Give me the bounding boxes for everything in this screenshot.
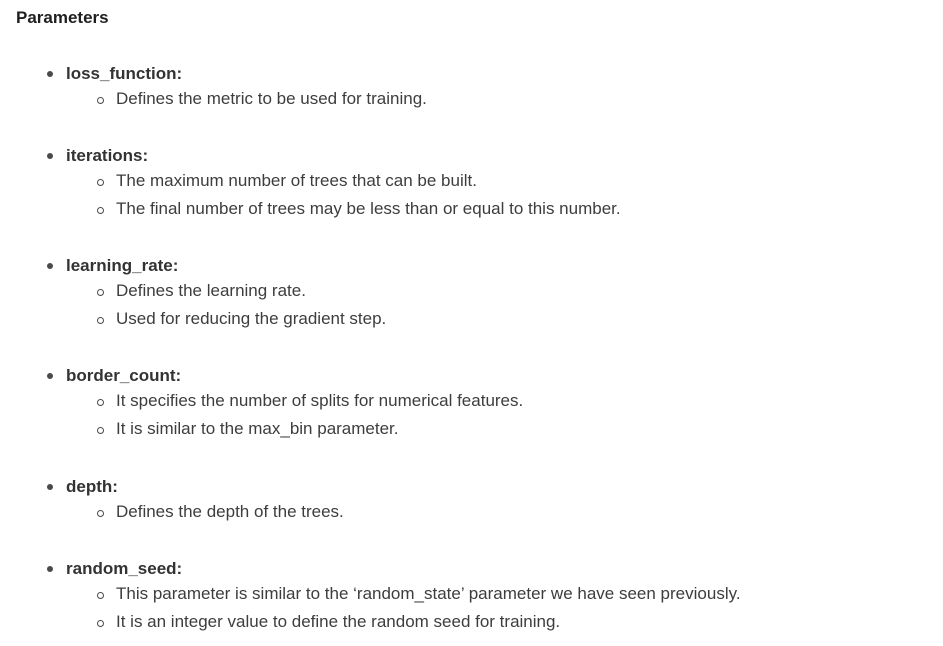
list-item: The final number of trees may be less th… — [44, 198, 924, 226]
list-item: It specifies the number of splits for nu… — [44, 390, 924, 418]
section-heading: Parameters — [16, 8, 109, 27]
filled-bullet-icon — [47, 566, 53, 572]
param-description-list: Defines the metric to be used for traini… — [44, 88, 924, 116]
hollow-bullet-icon — [97, 207, 104, 214]
list-item-text: It is an integer value to define the ran… — [116, 612, 561, 631]
param-name-row: iterations: — [44, 142, 924, 170]
list-item: Defines the learning rate. — [44, 280, 924, 308]
list-item: It is similar to the max_bin parameter. — [44, 418, 924, 446]
hollow-bullet-icon — [97, 592, 104, 599]
hollow-bullet-icon — [97, 427, 104, 434]
param-name-row: depth: — [44, 473, 924, 501]
list-item-text: It is similar to the max_bin parameter. — [116, 419, 399, 438]
parameters-document: Parameters loss_function: Defines the me… — [0, 0, 943, 646]
param-loss-function: loss_function: Defines the metric to be … — [44, 60, 924, 116]
param-description-list: Defines the depth of the trees. — [44, 501, 924, 529]
param-name: loss_function: — [66, 64, 183, 83]
param-name: border_count: — [66, 366, 182, 385]
param-depth: depth: Defines the depth of the trees. — [44, 473, 924, 529]
list-item: Used for reducing the gradient step. — [44, 308, 924, 336]
param-name: random_seed: — [66, 559, 183, 578]
list-item-text: It specifies the number of splits for nu… — [116, 391, 524, 410]
hollow-bullet-icon — [97, 97, 104, 104]
hollow-bullet-icon — [97, 179, 104, 186]
param-name: depth: — [66, 477, 118, 496]
list-item-text: This parameter is similar to the ‘random… — [116, 584, 741, 603]
filled-bullet-icon — [47, 263, 53, 269]
param-name-row: loss_function: — [44, 60, 924, 88]
param-name: iterations: — [66, 146, 149, 165]
param-iterations: iterations: The maximum number of trees … — [44, 142, 924, 226]
param-name-row: learning_rate: — [44, 252, 924, 280]
list-item-text: The final number of trees may be less th… — [116, 199, 621, 218]
param-learning-rate: learning_rate: Defines the learning rate… — [44, 252, 924, 336]
list-item-text: Used for reducing the gradient step. — [116, 309, 387, 328]
hollow-bullet-icon — [97, 620, 104, 627]
param-description-list: It specifies the number of splits for nu… — [44, 390, 924, 446]
hollow-bullet-icon — [97, 510, 104, 517]
hollow-bullet-icon — [97, 289, 104, 296]
param-random-seed: random_seed: This parameter is similar t… — [44, 555, 924, 639]
filled-bullet-icon — [47, 484, 53, 490]
list-item-text: The maximum number of trees that can be … — [116, 171, 477, 190]
param-description-list: This parameter is similar to the ‘random… — [44, 583, 924, 639]
list-item: The maximum number of trees that can be … — [44, 170, 924, 198]
param-name-row: random_seed: — [44, 555, 924, 583]
param-name: learning_rate: — [66, 256, 179, 275]
list-item: Defines the metric to be used for traini… — [44, 88, 924, 116]
list-item-text: Defines the learning rate. — [116, 281, 306, 300]
list-item-text: Defines the depth of the trees. — [116, 502, 344, 521]
param-border-count: border_count: It specifies the number of… — [44, 362, 924, 446]
list-item-text: Defines the metric to be used for traini… — [116, 89, 427, 108]
hollow-bullet-icon — [97, 317, 104, 324]
list-item: Defines the depth of the trees. — [44, 501, 924, 529]
filled-bullet-icon — [47, 71, 53, 77]
param-description-list: The maximum number of trees that can be … — [44, 170, 924, 226]
param-name-row: border_count: — [44, 362, 924, 390]
filled-bullet-icon — [47, 373, 53, 379]
filled-bullet-icon — [47, 153, 53, 159]
list-item: It is an integer value to define the ran… — [44, 611, 924, 639]
hollow-bullet-icon — [97, 399, 104, 406]
param-description-list: Defines the learning rate. Used for redu… — [44, 280, 924, 336]
list-item: This parameter is similar to the ‘random… — [44, 583, 924, 611]
